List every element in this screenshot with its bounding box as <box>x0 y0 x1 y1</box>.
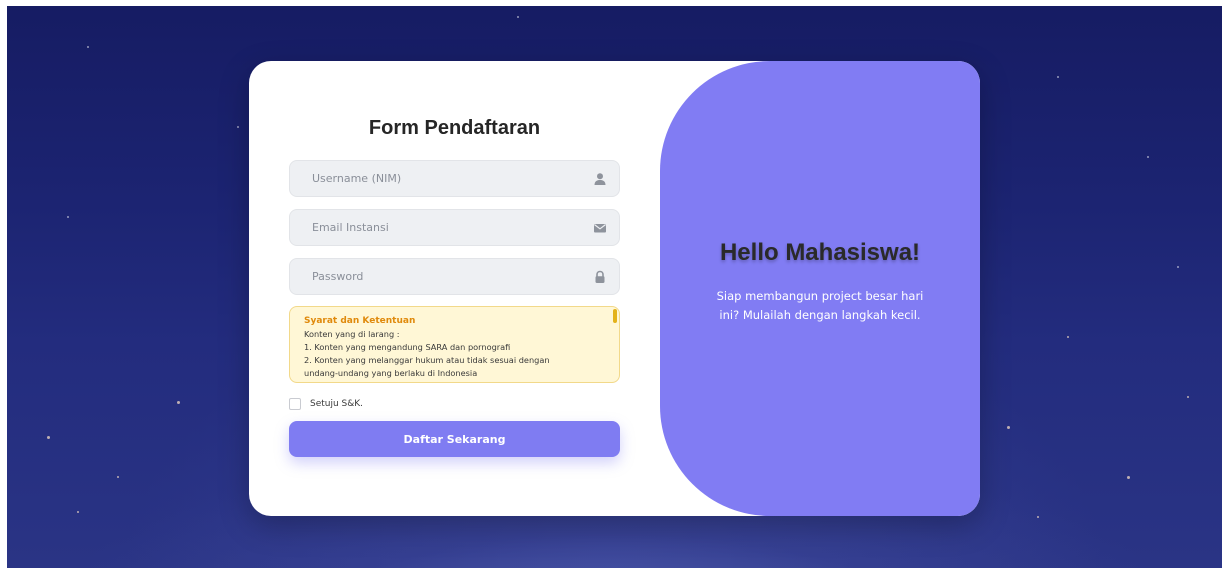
user-icon <box>594 173 606 185</box>
terms-box[interactable]: Syarat dan Ketentuan Konten yang di lara… <box>289 306 620 383</box>
password-input[interactable] <box>290 259 619 294</box>
terms-line: 1. Konten yang mengandung SARA dan porno… <box>304 342 511 352</box>
welcome-panel: Hello Mahasiswa! Siap membangun project … <box>660 61 980 516</box>
registration-card: Form Pendaftaran Username (NIM) Email In… <box>249 61 980 516</box>
username-field[interactable] <box>289 160 620 197</box>
terms-line: Konten yang di larang : <box>304 329 400 339</box>
registration-form: Form Pendaftaran Username (NIM) Email In… <box>249 61 660 516</box>
welcome-title: Hello Mahasiswa! <box>719 239 921 266</box>
register-button[interactable]: Daftar Sekarang <box>289 421 620 457</box>
welcome-text: Siap membangun project besar hari ini? M… <box>716 289 924 322</box>
envelope-icon <box>594 224 606 233</box>
email-input[interactable] <box>290 210 619 245</box>
agree-terms[interactable]: Setuju S&K. <box>289 397 363 410</box>
background: Form Pendaftaran Username (NIM) Email In… <box>7 6 1222 568</box>
terms-scrollbar[interactable] <box>613 309 617 323</box>
email-field[interactable] <box>289 209 620 246</box>
terms-line: 2. Konten yang melanggar hukum atau tida… <box>304 355 550 365</box>
agree-label: Setuju S&K. <box>310 398 364 409</box>
form-title: Form Pendaftaran <box>368 117 541 139</box>
terms-title: Syarat dan Ketentuan <box>304 316 416 326</box>
username-input[interactable] <box>290 161 619 196</box>
lock-icon <box>595 270 605 283</box>
password-field[interactable] <box>289 258 620 295</box>
terms-line: undang-undang yang berlaku di Indonesia <box>304 368 478 378</box>
agree-checkbox[interactable] <box>289 397 301 410</box>
